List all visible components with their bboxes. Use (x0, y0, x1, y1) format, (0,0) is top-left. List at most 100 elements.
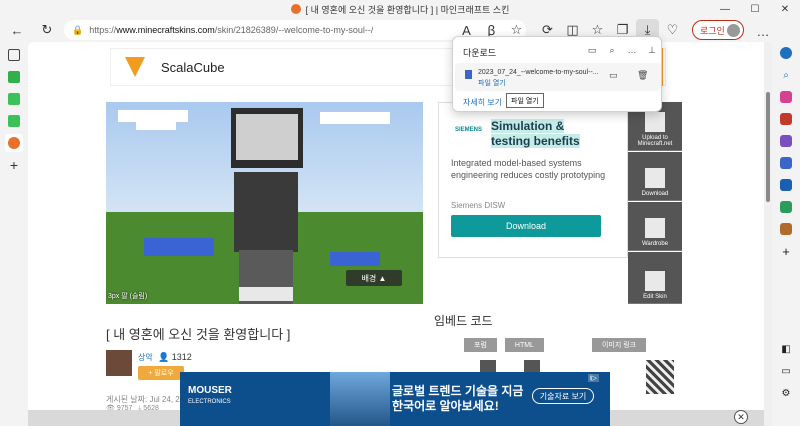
title-bar: [ 내 영혼에 오신 것을 환영합니다 ] | 마인크래프트 스킨 — ☐ ✕ (0, 0, 800, 18)
mouser-ad-text: 글로벌 트렌드 기술을 지금 한국어로 알아보세요! (392, 384, 524, 413)
tab-actions-icon[interactable] (5, 46, 23, 64)
embed-tab-image-link[interactable]: 이미지 링크 (591, 338, 647, 352)
skin-hair (236, 114, 298, 160)
downloads-panel: 다운로드 ▭ ⌕ … ⊥ 2023_07_24_--welcome-to-my-… (452, 36, 662, 112)
ad-brand: Siemens DISW (451, 201, 506, 210)
shirt-icon (645, 218, 665, 238)
upload-cube-icon (645, 112, 665, 132)
copilot-icon[interactable] (777, 44, 795, 62)
scrollbar-thumb[interactable] (766, 92, 770, 202)
new-tab-plus-icon[interactable]: + (5, 156, 23, 174)
embed-tab-html[interactable]: HTML (504, 338, 544, 352)
browser-toolbar: ← ↻ 🔒 https://www.minecraftskins.com/ski… (0, 18, 800, 42)
browser-essentials-icon[interactable]: ♡ (661, 19, 684, 41)
maximize-button[interactable]: ☐ (740, 0, 770, 18)
more-options-icon[interactable]: … (625, 43, 639, 57)
skin-body (234, 172, 298, 252)
tab-active-orange-icon[interactable] (5, 134, 23, 152)
close-ad-icon[interactable]: ✕ (734, 410, 748, 424)
add-sidebar-app-icon[interactable]: + (777, 242, 795, 260)
skin-model-caption: 3px 팔 (슬림) (108, 293, 148, 300)
microsoft-365-icon[interactable] (777, 154, 795, 172)
sidebar-settings-icon[interactable]: ⚙ (777, 384, 795, 402)
follow-button[interactable]: + 팔로우 (138, 366, 184, 380)
show-in-folder-icon[interactable]: ▭ (609, 70, 618, 81)
embed-tab-forum[interactable]: 포럼 (464, 338, 497, 352)
edit-cube-icon (645, 271, 665, 291)
siemens-logo: SIEMENS (455, 127, 483, 133)
page-scrollbar[interactable] (764, 42, 772, 426)
author-avatar[interactable] (106, 350, 132, 376)
file-icon (465, 70, 472, 79)
tab-green-3-icon[interactable] (5, 112, 23, 130)
open-file-tooltip: 파일 열기 (506, 93, 544, 108)
back-button[interactable]: ← (6, 19, 28, 41)
tools-icon[interactable] (777, 110, 795, 128)
window-title: [ 내 영혼에 오신 것을 환영합니다 ] | 마인크래프트 스킨 (305, 4, 510, 15)
pin-icon[interactable]: ⊥ (645, 43, 659, 57)
download-skin-button[interactable]: Download (628, 152, 682, 201)
ad-person-image (330, 372, 390, 426)
outlook-icon[interactable] (777, 176, 795, 194)
url-text: https://www.minecraftskins.com/skin/2182… (89, 25, 374, 35)
mouser-cta-button[interactable]: 기술자료 보기 (532, 388, 594, 404)
site-favicon-icon (290, 4, 301, 14)
mouser-logo: MOUSER ELECTRONICS (188, 385, 232, 406)
window-controls: — ☐ ✕ (710, 0, 800, 18)
ad-title-line1: Simulation & (491, 119, 565, 133)
download-icon (645, 168, 665, 188)
delete-icon[interactable]: 🗑 (637, 70, 648, 81)
close-window-button[interactable]: ✕ (770, 0, 800, 18)
skin-3d-viewer[interactable]: 배경 ▲ 3px 팔 (슬림) (106, 102, 423, 304)
open-downloads-folder-icon[interactable]: ▭ (585, 43, 599, 57)
hide-sidebar-icon[interactable]: ▭ (777, 362, 795, 380)
tab-green-2-icon[interactable] (5, 90, 23, 108)
embed-code-title: 임베드 코드 (434, 314, 493, 328)
tool-label: Upload to Minecraft.net (637, 135, 673, 147)
search-icon[interactable]: ⌕ (777, 66, 795, 84)
tab-green-1-icon[interactable] (5, 68, 23, 86)
open-file-link[interactable]: 파일 열기 (478, 78, 506, 88)
wardrobe-button[interactable]: Wardrobe (628, 202, 682, 251)
lock-icon: 🔒 (72, 24, 84, 35)
edge-sidebar: ⌕ + ◧ ▭ ⚙ (772, 18, 800, 426)
downloads-header: 다운로드 (463, 48, 497, 58)
embed-tabs: 포럼 HTML 이미지 링크 (464, 338, 647, 352)
scalacube-logo-icon (125, 57, 145, 77)
water (330, 252, 380, 266)
tool-label: Download (641, 191, 669, 197)
designer-icon[interactable] (777, 220, 795, 238)
settings-more-icon[interactable]: … (752, 20, 774, 42)
profile-avatar-icon (727, 23, 740, 37)
scalacube-name: ScalaCube (161, 59, 225, 75)
search-downloads-icon[interactable]: ⌕ (605, 43, 619, 57)
water (144, 238, 214, 256)
ad-download-button[interactable]: Download (451, 215, 601, 237)
vertical-tabs-sidebar: + (0, 42, 28, 426)
login-button[interactable]: 로그인 (692, 20, 744, 40)
sidebar-layout-icon[interactable]: ◧ (777, 340, 795, 358)
skin-title: [ 내 영혼에 오신 것을 환영합니다 ] (106, 327, 291, 342)
refresh-button[interactable]: ↻ (36, 19, 58, 41)
ad-description: Integrated model-based systems engineeri… (451, 158, 606, 180)
edit-skin-button[interactable]: Edit Skin (628, 252, 682, 304)
cloud (118, 110, 188, 122)
drop-icon[interactable] (777, 198, 795, 216)
ad-title-line2: testing benefits (491, 134, 580, 148)
cloud (320, 112, 390, 124)
siemens-ad[interactable]: SIEMENS Simulation & testing benefits In… (438, 102, 628, 258)
minimize-button[interactable]: — (710, 0, 740, 18)
games-icon[interactable] (777, 132, 795, 150)
download-item[interactable]: 2023_07_24_--welcome-to-my-soul--... 파일 … (455, 63, 661, 91)
see-more-link[interactable]: 자세히 보기 (463, 97, 502, 108)
author-name-link[interactable]: 상악 (138, 352, 153, 363)
author-follower-count: 👤 1312 (158, 352, 192, 362)
mouser-ad[interactable]: MOUSER ELECTRONICS 글로벌 트렌드 기술을 지금 한국어로 알아보… (180, 372, 610, 426)
background-toggle-button[interactable]: 배경 ▲ (346, 270, 402, 286)
shopping-icon[interactable] (777, 88, 795, 106)
adchoices-icon[interactable]: i▷ (588, 374, 599, 382)
login-label: 로그인 (700, 25, 725, 36)
embed-preview-image (646, 360, 674, 394)
ad-title: Simulation & testing benefits (491, 119, 621, 149)
tool-label: Edit Skin (643, 294, 667, 300)
